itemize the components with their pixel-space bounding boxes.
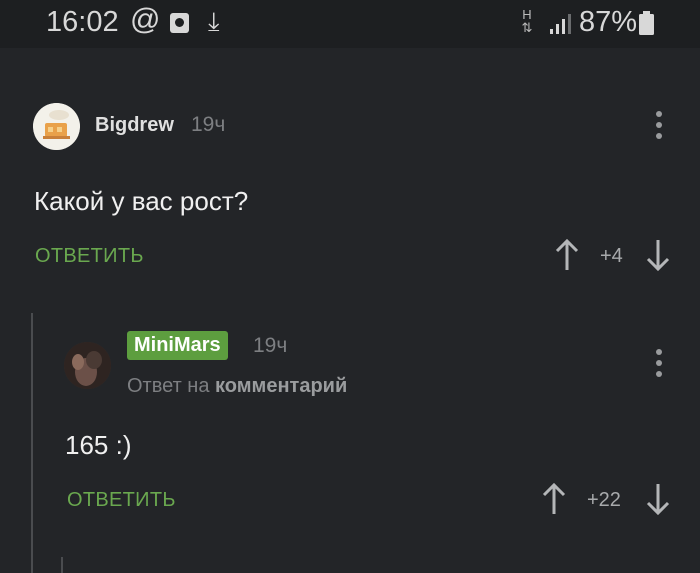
comment-text: Какой у вас рост? bbox=[34, 186, 249, 216]
reply-to-line: Ответ на комментарий bbox=[127, 375, 347, 398]
reply-to-link[interactable]: комментарий bbox=[215, 375, 347, 397]
status-bar: 16:02 @ ⤓ H ⇅ 87% bbox=[0, 0, 700, 48]
status-time: 16:02 bbox=[46, 6, 119, 38]
comment-score: +4 bbox=[600, 245, 623, 267]
app-notification-icon bbox=[170, 13, 189, 33]
reply-button[interactable]: ОТВЕТИТЬ bbox=[67, 489, 176, 512]
upvote-arrow-icon[interactable] bbox=[541, 482, 567, 516]
avatar-image-icon bbox=[33, 103, 80, 150]
network-type-icon: H ⇅ bbox=[521, 7, 533, 35]
author-badge[interactable]: MiniMars bbox=[127, 331, 228, 360]
reply-button[interactable]: ОТВЕТИТЬ bbox=[35, 245, 144, 268]
more-options-icon[interactable] bbox=[655, 111, 663, 141]
more-options-icon[interactable] bbox=[655, 349, 663, 379]
upvote-arrow-icon[interactable] bbox=[554, 238, 580, 272]
comment-text: 165 :) bbox=[65, 430, 132, 460]
avatar[interactable] bbox=[33, 103, 80, 150]
thread-line-nested bbox=[61, 557, 63, 573]
comment-time: 19ч bbox=[253, 334, 288, 357]
signal-icon bbox=[550, 14, 571, 34]
comment-time: 19ч bbox=[191, 113, 226, 136]
download-icon: ⤓ bbox=[208, 6, 220, 36]
at-icon: @ bbox=[130, 3, 161, 36]
comment-score: +22 bbox=[587, 489, 621, 511]
comment-author[interactable]: Bigdrew bbox=[95, 114, 174, 137]
network-type-label: H bbox=[522, 7, 532, 22]
reply-to-prefix: Ответ на bbox=[127, 375, 210, 397]
downvote-arrow-icon[interactable] bbox=[645, 238, 671, 272]
avatar[interactable] bbox=[64, 342, 111, 389]
battery-percent: 87% bbox=[579, 6, 638, 38]
battery-icon bbox=[639, 11, 654, 35]
avatar-image-icon bbox=[64, 342, 111, 389]
thread-line bbox=[31, 313, 33, 573]
downvote-arrow-icon[interactable] bbox=[645, 482, 671, 516]
